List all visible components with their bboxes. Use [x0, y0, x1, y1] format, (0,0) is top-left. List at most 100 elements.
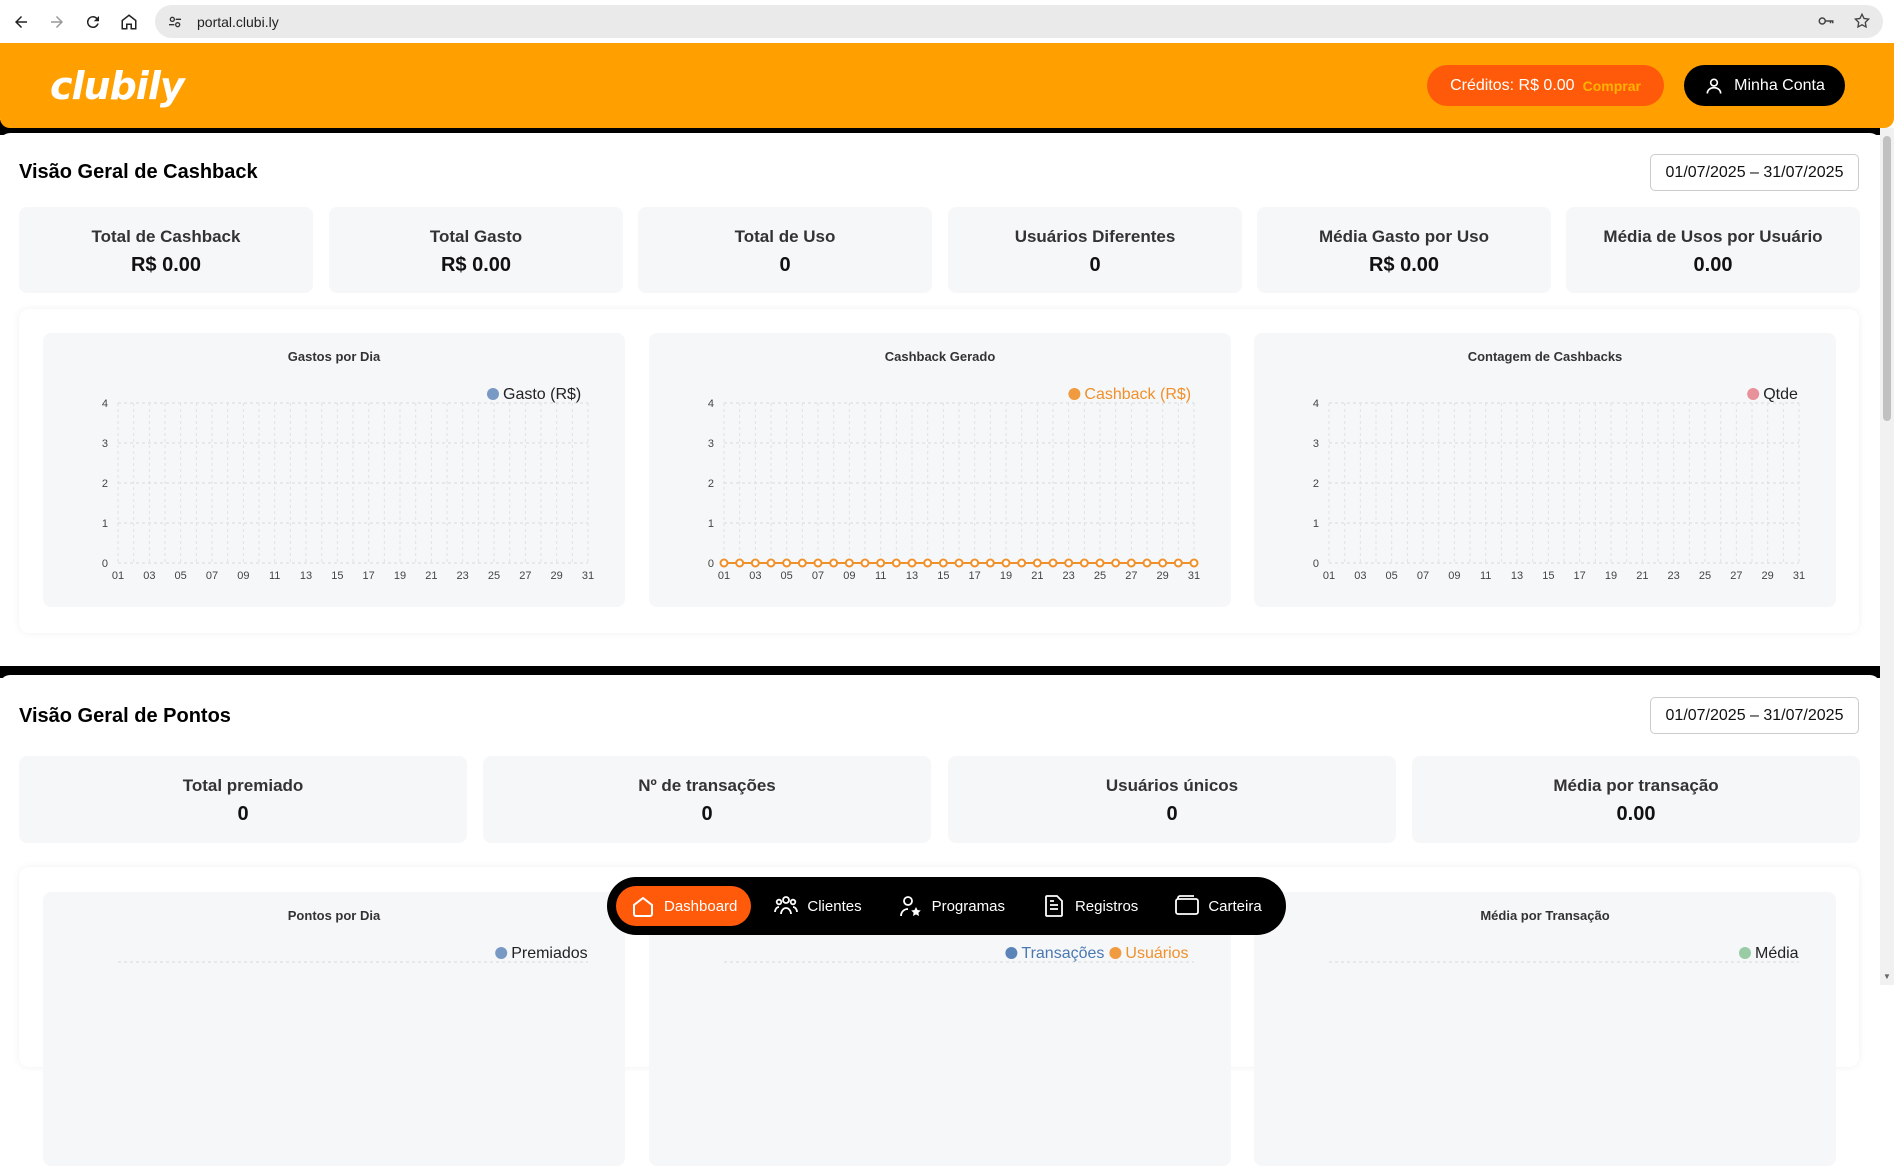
y-tick-label: 0: [708, 558, 714, 570]
data-point: [907, 558, 917, 568]
nav-carteira[interactable]: Carteira: [1160, 886, 1275, 926]
address-bar[interactable]: portal.clubi.ly: [155, 5, 1883, 38]
x-tick-label: 11: [1480, 570, 1491, 582]
x-tick-label: 07: [812, 570, 824, 582]
stat-label: Total Gasto: [429, 227, 523, 246]
scrollbar-thumb[interactable]: [1883, 136, 1891, 421]
arrow-right-icon: [51, 15, 63, 28]
nav-programas[interactable]: Programas: [884, 886, 1019, 926]
x-tick-label: 13: [300, 570, 312, 582]
star-icon[interactable]: [1853, 12, 1871, 30]
x-tick-label: 17: [363, 570, 375, 582]
x-tick-label: 27: [1125, 570, 1137, 582]
stat-value: R$ 0.00: [130, 254, 202, 276]
x-tick-label: 03: [1354, 570, 1366, 582]
chart-svg: Média: [1329, 945, 1799, 963]
stat-label: Total premiado: [182, 776, 304, 795]
url-text: portal.clubi.ly: [197, 13, 279, 30]
data-point: [1173, 558, 1183, 568]
browser-toolbar: portal.clubi.ly: [0, 0, 1894, 43]
forward-button[interactable]: [40, 5, 74, 39]
reload-button[interactable]: [76, 5, 110, 39]
x-tick-label: 31: [1188, 570, 1200, 582]
app-header: clubily Créditos: R$ 0.00 Comprar Minha …: [0, 43, 1894, 128]
x-tick-label: 05: [175, 570, 187, 582]
date-range-picker[interactable]: 01/07/2025 – 31/07/2025: [1650, 697, 1859, 734]
x-tick-label: 19: [1000, 570, 1012, 582]
home-button[interactable]: [112, 5, 146, 39]
stat-card: Total de Uso 0: [638, 207, 932, 293]
scroll-down-arrow-icon[interactable]: ▼: [1883, 972, 1891, 981]
y-tick-label: 3: [708, 438, 714, 450]
stat-value: 0.00: [1616, 803, 1656, 825]
legend-label: Premiados: [511, 945, 587, 962]
account-button[interactable]: Minha Conta: [1684, 65, 1845, 106]
nav-dashboard[interactable]: Dashboard: [616, 886, 752, 926]
key-icon[interactable]: [1817, 12, 1835, 30]
nav-registros[interactable]: Registros: [1027, 886, 1152, 926]
x-tick-label: 01: [112, 570, 124, 582]
stat-card: Média por transação 0.00: [1412, 756, 1860, 843]
arrow-left-icon: [15, 15, 27, 28]
legend-marker: [1109, 947, 1122, 959]
data-point: [782, 558, 792, 568]
x-tick-label: 09: [237, 570, 249, 582]
legend-label: Média: [1755, 945, 1799, 962]
y-tick-label: 4: [708, 398, 714, 410]
stat-value: 0: [1089, 254, 1101, 276]
account-label: Minha Conta: [1734, 76, 1825, 94]
section-title: Visão Geral de Pontos: [19, 705, 231, 727]
legend-marker: [487, 388, 499, 400]
data-point: [985, 558, 995, 568]
stat-label: Usuários Diferentes: [1014, 227, 1176, 246]
chart-svg: Qtde0123401 03 05 07 09 11 13 15 17 19 21 23 25 27 29 3…: [1313, 386, 1805, 582]
stat-label: Nº de transações: [638, 776, 776, 795]
data-point: [813, 558, 823, 568]
back-button[interactable]: [4, 5, 38, 39]
x-tick-label: 15: [937, 570, 949, 582]
site-info-icon[interactable]: [167, 14, 183, 30]
data-point: [954, 558, 964, 568]
x-tick-label: 03: [143, 570, 155, 582]
page-scrollbar[interactable]: ▼: [1880, 128, 1894, 985]
stat-card: Usuários únicos 0: [948, 756, 1396, 843]
x-tick-label: 07: [206, 570, 218, 582]
x-tick-label: 29: [1157, 570, 1169, 582]
y-tick-label: 0: [102, 558, 108, 570]
stat-value: R$ 0.00: [1368, 254, 1440, 276]
x-tick-label: 27: [519, 570, 531, 582]
legend-label: Transações: [1021, 945, 1104, 962]
document-icon: [1045, 895, 1063, 917]
chart-title: Pontos por Dia: [287, 908, 381, 923]
nav-label: Programas: [931, 897, 1005, 915]
stat-label: Total de Uso: [734, 227, 836, 246]
x-tick-label: 13: [1511, 570, 1523, 582]
logo-text: clubily: [50, 64, 185, 108]
nav-clientes[interactable]: Clientes: [759, 886, 875, 926]
x-tick-label: 31: [1793, 570, 1805, 582]
y-tick-label: 1: [102, 518, 108, 530]
x-tick-label: 13: [906, 570, 918, 582]
home-icon: [633, 896, 653, 917]
reload-icon: [86, 15, 99, 28]
x-tick-label: 17: [1574, 570, 1586, 582]
data-point: [923, 558, 933, 568]
x-tick-label: 25: [1699, 570, 1711, 582]
data-point: [1095, 558, 1105, 568]
x-tick-label: 23: [1668, 570, 1680, 582]
date-range-picker[interactable]: 01/07/2025 – 31/07/2025: [1650, 154, 1859, 191]
data-point: [891, 558, 901, 568]
charts-container: Gasto (R$) 0 1 2 3 4 01 03 05 07 09 11 13 15 17 19 21 23 2…: [19, 309, 1859, 633]
data-point: [1158, 558, 1168, 568]
credits-button[interactable]: Créditos: R$ 0.00 Comprar: [1427, 65, 1664, 106]
user-star-icon: [899, 896, 921, 917]
buy-link[interactable]: Comprar: [1583, 78, 1641, 94]
chart-contagem-cashbacks: Qtde 0 1 2 3 4 01 03 05 07 09 11 13 15 17 19 21 23 25 27 29 3…: [1254, 333, 1836, 607]
x-tick-label: 19: [394, 570, 406, 582]
x-tick-label: 11: [269, 570, 280, 582]
x-tick-label: 21: [1636, 570, 1648, 582]
clubily-logo[interactable]: clubily: [50, 63, 185, 109]
stat-label: Total de Cashback: [91, 227, 241, 246]
nav-label: Registros: [1074, 897, 1139, 915]
chart-svg: Cashback (R$)0123401 03 05 07 09 11 13 15 17 19 21…: [708, 386, 1200, 582]
